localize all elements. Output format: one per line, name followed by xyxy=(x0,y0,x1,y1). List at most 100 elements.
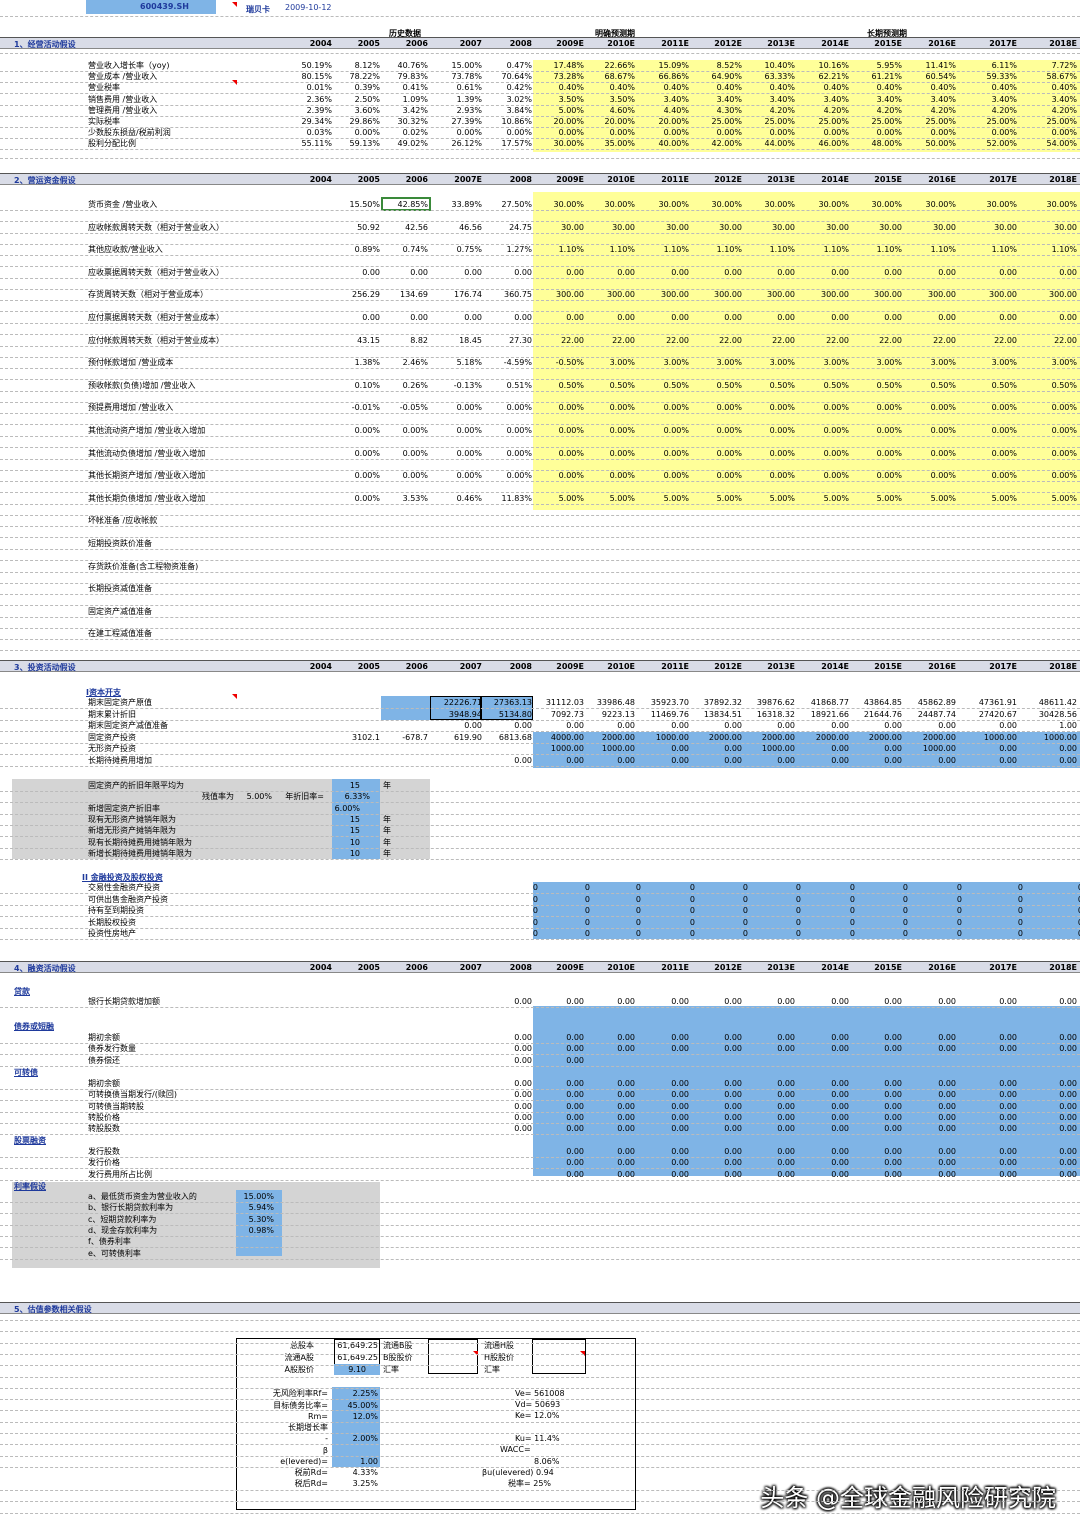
cell-value[interactable]: 1.10% xyxy=(692,245,742,255)
cell-value[interactable]: 4000.00 xyxy=(534,733,584,743)
cell-value[interactable]: 0.00 xyxy=(852,721,902,731)
cell-value[interactable]: 0.00 xyxy=(534,1079,584,1089)
cell-value[interactable]: 300.00 xyxy=(967,290,1017,300)
cell-value[interactable]: 0.00% xyxy=(692,449,742,459)
cell-value[interactable]: 44.00% xyxy=(745,139,795,149)
cell-value[interactable]: 0.00 xyxy=(799,313,849,323)
cell-value[interactable]: 0 xyxy=(805,906,855,916)
cell-value[interactable]: 0.50% xyxy=(906,381,956,391)
cell-value[interactable]: 0.00 xyxy=(585,721,635,731)
cell-value[interactable]: 0.00 xyxy=(639,1170,689,1180)
cell-value[interactable]: 0.00 xyxy=(745,1044,795,1054)
cell-value[interactable]: 0.00 xyxy=(852,1124,902,1134)
cell-value[interactable]: 59.33% xyxy=(967,72,1017,82)
cell-value[interactable]: 30.00 xyxy=(906,223,956,233)
cell-value[interactable]: 0 xyxy=(751,929,801,939)
cell-value[interactable]: 0.00 xyxy=(906,1147,956,1157)
cell-value[interactable]: 13834.51 xyxy=(692,710,742,720)
rate-value[interactable]: 5.30% xyxy=(224,1215,274,1225)
cell-value[interactable]: 0 xyxy=(858,929,908,939)
cell-value[interactable]: 0.00 xyxy=(967,1102,1017,1112)
cell-value[interactable]: 0 xyxy=(1033,929,1080,939)
cell-value[interactable]: 0.00 xyxy=(1027,756,1077,766)
cell-value[interactable]: 22.00 xyxy=(852,336,902,346)
cell-value[interactable]: 0.00 xyxy=(745,721,795,731)
cell-value[interactable]: 0.00 xyxy=(692,268,742,278)
cell-value[interactable]: 0.00 xyxy=(799,1102,849,1112)
cell-value[interactable]: 0 xyxy=(858,918,908,928)
cell-value[interactable]: 2000.00 xyxy=(852,733,902,743)
cell-value[interactable]: 0.00% xyxy=(967,403,1017,413)
cell-value[interactable]: 42.00% xyxy=(692,139,742,149)
cell-value[interactable]: 21644.76 xyxy=(852,710,902,720)
cell-value[interactable]: 0 xyxy=(805,883,855,893)
cell-value[interactable]: 22.00 xyxy=(745,336,795,346)
cell-value[interactable]: 0.00% xyxy=(692,128,742,138)
cell-value[interactable]: 61.21% xyxy=(852,72,902,82)
cell-value[interactable]: 3.00% xyxy=(585,358,635,368)
cell-value[interactable]: 25.00% xyxy=(799,117,849,127)
cell-value[interactable]: 0.00 xyxy=(1027,1033,1077,1043)
cell-value[interactable]: 20.00% xyxy=(534,117,584,127)
cell-value[interactable]: 0.00 xyxy=(692,1124,742,1134)
cell-value[interactable]: 0.00% xyxy=(534,128,584,138)
cell-value[interactable]: 0.00% xyxy=(852,403,902,413)
cell-value[interactable]: 0.00% xyxy=(745,403,795,413)
cell-value[interactable]: 30.00 xyxy=(692,223,742,233)
cell-value[interactable]: 3.40% xyxy=(745,95,795,105)
cell-value[interactable]: 0.00 xyxy=(906,1170,956,1180)
cell-value[interactable]: 20.00% xyxy=(639,117,689,127)
cell-value[interactable]: 0.00 xyxy=(745,313,795,323)
cell-value[interactable]: 0.00 xyxy=(585,1113,635,1123)
cell-value[interactable]: 0.00% xyxy=(585,449,635,459)
cell-value[interactable]: 30.00% xyxy=(852,200,902,210)
cell-value[interactable]: 0 xyxy=(858,883,908,893)
cell-value[interactable]: 0.50% xyxy=(534,381,584,391)
cell-value[interactable]: 0.00 xyxy=(534,1124,584,1134)
cell-value[interactable]: 0.00 xyxy=(692,997,742,1007)
cell-value[interactable]: 1000.00 xyxy=(745,744,795,754)
cell-value[interactable]: 0 xyxy=(591,883,641,893)
cell-value[interactable]: 0.50% xyxy=(745,381,795,391)
cell-value[interactable]: 300.00 xyxy=(906,290,956,300)
cell-value[interactable]: 0.00 xyxy=(692,1158,742,1168)
cell-value[interactable]: 0.00 xyxy=(534,756,584,766)
cell-value[interactable]: 0.50% xyxy=(639,381,689,391)
cell-value[interactable]: 22.00 xyxy=(585,336,635,346)
cell-value[interactable]: 3.40% xyxy=(799,95,849,105)
cell-value[interactable]: 0 xyxy=(698,929,748,939)
cell-value[interactable]: 2000.00 xyxy=(692,733,742,743)
cell-value[interactable]: 0.00% xyxy=(585,471,635,481)
cell-value[interactable]: 40.00% xyxy=(639,139,689,149)
cell-value[interactable]: 1000.00 xyxy=(1027,733,1077,743)
rate-value[interactable]: 15.00% xyxy=(224,1192,274,1202)
cell-value[interactable]: 0.00 xyxy=(585,1079,635,1089)
cell-value[interactable]: 0.00 xyxy=(692,744,742,754)
cell-value[interactable]: 0.00 xyxy=(692,1033,742,1043)
cell-value[interactable]: 30.00 xyxy=(1027,223,1077,233)
cell-value[interactable]: 0.00 xyxy=(906,1090,956,1100)
cell-value[interactable]: 0.40% xyxy=(692,83,742,93)
cell-value[interactable]: 3.00% xyxy=(799,358,849,368)
cell-value[interactable]: 0.00 xyxy=(852,744,902,754)
cell-value[interactable]: 0 xyxy=(540,883,590,893)
cell-value[interactable]: 0.00 xyxy=(585,268,635,278)
cell-value[interactable]: 0.00 xyxy=(799,1090,849,1100)
cell-value[interactable]: 0.00% xyxy=(906,403,956,413)
cell-value[interactable]: 0.00 xyxy=(852,1090,902,1100)
cell-value[interactable]: 0.00 xyxy=(639,1090,689,1100)
cell-value[interactable]: 0.00 xyxy=(799,268,849,278)
cell-value[interactable]: 0.00 xyxy=(745,1170,795,1180)
cell-value[interactable]: 4.40% xyxy=(639,106,689,116)
dep-value[interactable]: 15 xyxy=(320,826,360,836)
cell-value[interactable]: 0 xyxy=(698,883,748,893)
cell-value[interactable]: 1.10% xyxy=(1027,245,1077,255)
cell-value[interactable]: 0.00% xyxy=(967,426,1017,436)
cell-value[interactable]: 0.00% xyxy=(534,471,584,481)
cell-value[interactable]: 0.50% xyxy=(692,381,742,391)
cell-value[interactable]: 0.00 xyxy=(1027,997,1077,1007)
cell-value[interactable]: 22.00 xyxy=(639,336,689,346)
cell-value[interactable]: 0.50% xyxy=(1027,381,1077,391)
cell-value[interactable]: 2000.00 xyxy=(799,733,849,743)
cell-value[interactable]: 0.00 xyxy=(852,756,902,766)
